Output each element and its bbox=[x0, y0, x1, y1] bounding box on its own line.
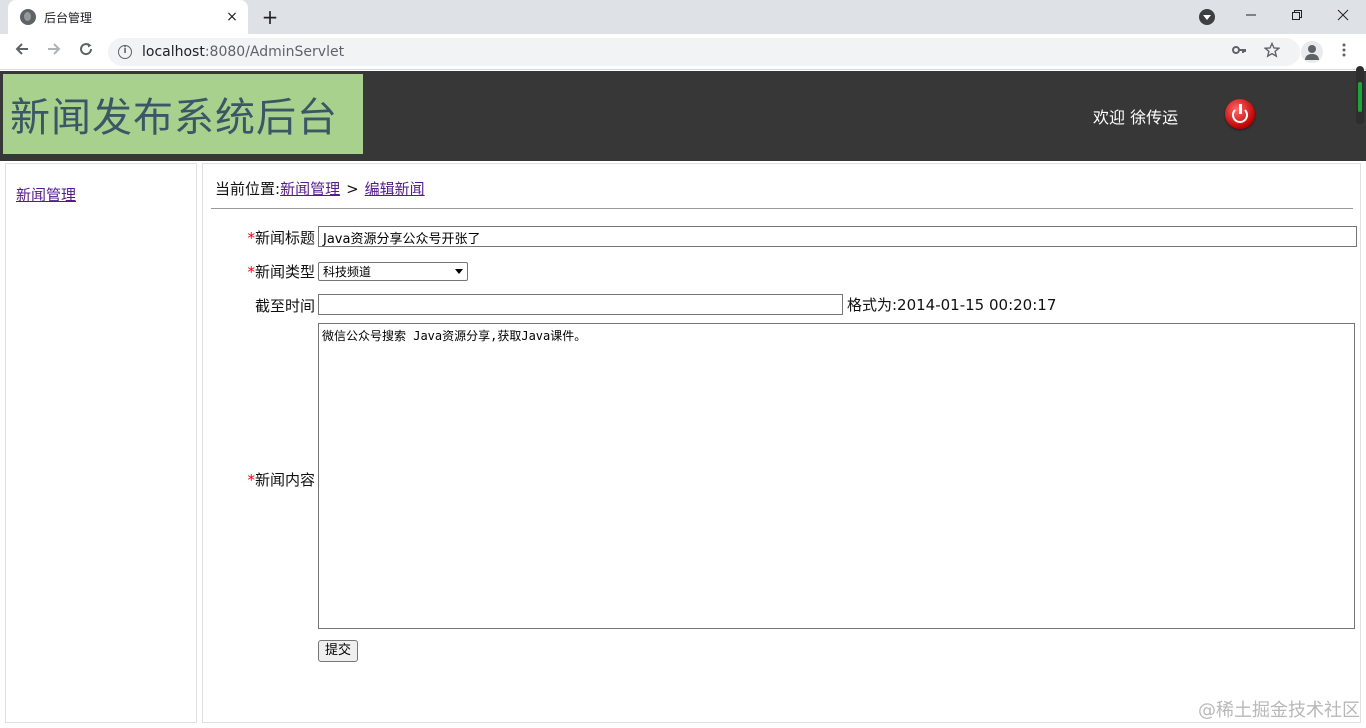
breadcrumb-prefix: 当前位置: bbox=[215, 180, 281, 198]
type-label: *新闻类型 bbox=[247, 263, 315, 281]
close-window-button[interactable] bbox=[1328, 4, 1358, 30]
required-mark: * bbox=[247, 471, 255, 489]
sidebar: 新闻管理 bbox=[5, 163, 197, 723]
forward-icon bbox=[48, 43, 61, 55]
url-text: localhost:8080/AdminServlet bbox=[142, 44, 345, 60]
restore-button[interactable] bbox=[1282, 4, 1312, 30]
page: 新闻发布系统后台 欢迎 徐传运 新闻管理 当前位置:新闻管理 > 编辑新闻 *新闻标… bbox=[0, 66, 1366, 728]
site-logo: 新闻发布系统后台 bbox=[3, 74, 363, 154]
globe-icon bbox=[20, 9, 36, 25]
browser-toolbar: i localhost:8080/AdminServlet bbox=[0, 34, 1366, 70]
back-icon bbox=[15, 43, 28, 55]
close-icon bbox=[1337, 9, 1349, 21]
type-select-value: 科技频道 bbox=[323, 265, 372, 279]
chevron-down-icon bbox=[455, 269, 463, 274]
logout-power-icon[interactable] bbox=[1225, 99, 1255, 129]
required-mark: * bbox=[247, 263, 255, 281]
back-button[interactable] bbox=[9, 39, 35, 65]
browser-tab-bar: 后台管理 × + bbox=[0, 0, 1366, 34]
forward-button[interactable] bbox=[41, 39, 67, 65]
page-scrollbar[interactable] bbox=[1356, 66, 1364, 124]
info-icon[interactable]: i bbox=[118, 45, 132, 59]
watermark: @稀土掘金技术社区 bbox=[1198, 700, 1360, 721]
site-title: 新闻发布系统后台 bbox=[10, 95, 338, 141]
breadcrumb-separator: > bbox=[346, 180, 359, 198]
site-header: 新闻发布系统后台 欢迎 徐传运 bbox=[0, 71, 1366, 161]
content-label: *新闻内容 bbox=[247, 471, 315, 489]
deadline-label: 截至时间 bbox=[254, 297, 315, 315]
content-textarea[interactable]: 微信公众号搜索 Java资源分享,获取Java课件。 bbox=[318, 323, 1355, 629]
tab-title: 后台管理 bbox=[44, 10, 93, 25]
deadline-input[interactable] bbox=[318, 294, 843, 315]
divider bbox=[211, 208, 1353, 209]
profile-icon[interactable] bbox=[1301, 41, 1323, 63]
title-input[interactable]: Java资源分享公众号开张了 bbox=[318, 226, 1357, 247]
address-bar[interactable]: i localhost:8080/AdminServlet bbox=[108, 38, 1300, 66]
reload-icon bbox=[80, 43, 93, 56]
star-icon[interactable] bbox=[1262, 41, 1282, 62]
title-label: *新闻标题 bbox=[247, 229, 315, 247]
breadcrumb: 当前位置:新闻管理 > 编辑新闻 bbox=[215, 178, 425, 199]
required-mark: * bbox=[247, 229, 255, 247]
welcome-text: 欢迎 徐传运 bbox=[1093, 108, 1179, 127]
main-content: 当前位置:新闻管理 > 编辑新闻 *新闻标题 Java资源分享公众号开张了 *新闻类… bbox=[202, 163, 1361, 723]
menu-icon[interactable] bbox=[1334, 42, 1354, 62]
type-select[interactable]: 科技频道 bbox=[318, 262, 468, 281]
breadcrumb-link-news-management[interactable]: 新闻管理 bbox=[280, 180, 340, 198]
tab-close-icon[interactable]: × bbox=[222, 7, 242, 27]
browser-tab[interactable]: 后台管理 × bbox=[8, 0, 248, 34]
submit-button[interactable]: 提交 bbox=[318, 640, 359, 662]
reload-button[interactable] bbox=[73, 39, 99, 65]
key-icon[interactable] bbox=[1229, 42, 1249, 62]
sidebar-item-news-management[interactable]: 新闻管理 bbox=[16, 184, 76, 205]
new-tab-button[interactable]: + bbox=[258, 5, 282, 29]
tab-search-icon[interactable] bbox=[1199, 9, 1215, 25]
minimize-button[interactable] bbox=[1236, 4, 1266, 30]
breadcrumb-link-edit-news[interactable]: 编辑新闻 bbox=[365, 180, 425, 198]
deadline-format-hint: 格式为:2014-01-15 00:20:17 bbox=[847, 296, 1057, 314]
restore-icon bbox=[1292, 10, 1302, 20]
minimize-icon bbox=[1246, 14, 1256, 16]
